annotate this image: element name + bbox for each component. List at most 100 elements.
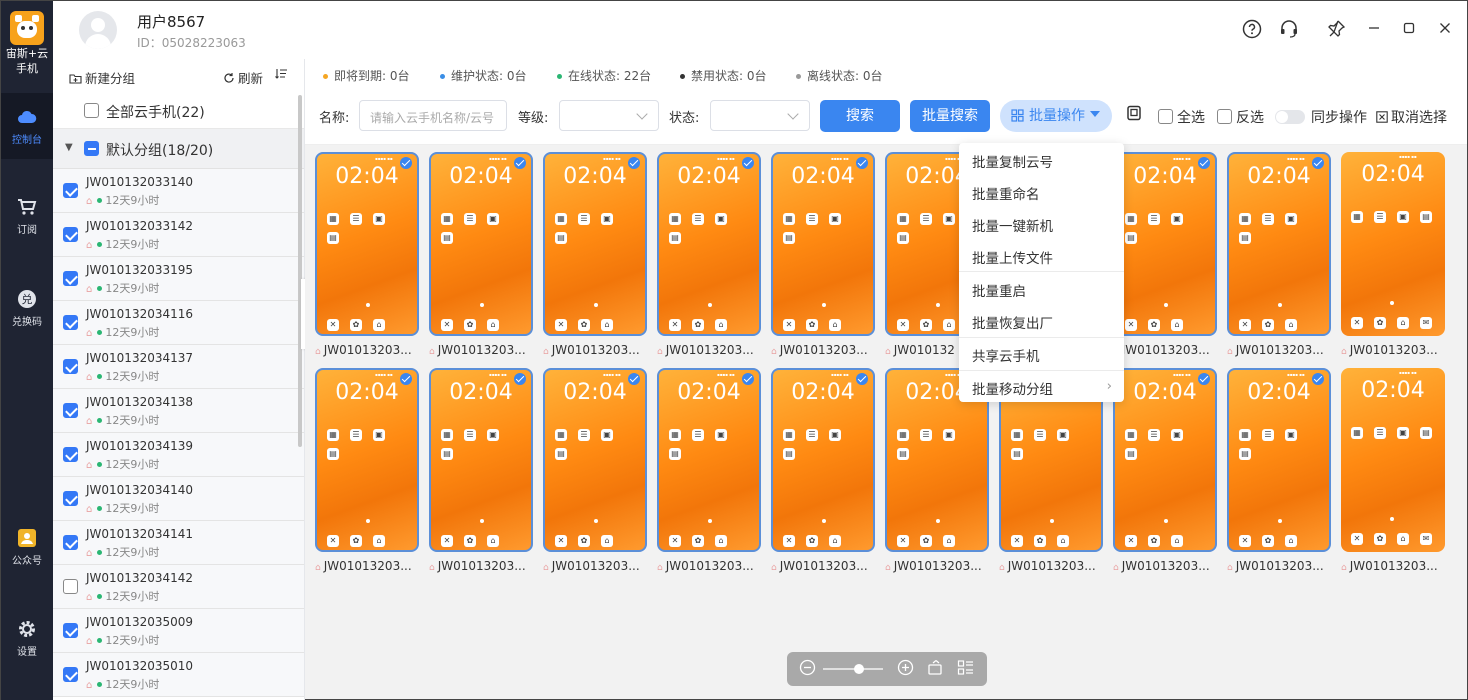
menu-item[interactable]: 批量一键新机: [972, 215, 1112, 235]
selected-check-icon[interactable]: [400, 373, 412, 385]
new-group-button[interactable]: 新建分组: [69, 68, 135, 87]
phone-card[interactable]: ▪▪▪▪ ▪▪02:04▦☰▣▤✕✿⌂✉⌂JW01013203...: [1113, 152, 1217, 366]
device-checkbox[interactable]: [63, 315, 78, 330]
menu-item[interactable]: 批量重启: [972, 280, 1112, 300]
device-row[interactable]: JW010132033142 ⌂ 12天9小时: [53, 213, 304, 257]
level-select[interactable]: [559, 100, 659, 131]
phone-card[interactable]: ▪▪▪▪ ▪▪02:04▦☰▣▤✕✿⌂✉⌂JW01013203...: [315, 152, 419, 366]
device-row[interactable]: JW010132034141 ⌂ 12天9小时: [53, 521, 304, 565]
menu-item[interactable]: 共享云手机: [972, 345, 1112, 365]
device-row[interactable]: JW010132033195 ⌂ 12天9小时: [53, 257, 304, 301]
selected-check-icon[interactable]: [856, 157, 868, 169]
help-icon[interactable]: [1241, 19, 1263, 41]
phone-screen[interactable]: ▪▪▪▪ ▪▪02:04▦☰▣▤✕✿⌂✉: [429, 152, 533, 336]
phone-card[interactable]: ▪▪▪▪ ▪▪02:04▦☰▣▤✕✿⌂✉⌂JW01013203...: [543, 152, 647, 366]
phone-card[interactable]: ▪▪▪▪ ▪▪02:04▦☰▣▤✕✿⌂✉⌂JW01013203...: [315, 368, 419, 582]
device-row[interactable]: JW010132033140 ⌂ 12天9小时: [53, 169, 304, 213]
device-row[interactable]: JW010132034137 ⌂ 12天9小时: [53, 345, 304, 389]
selected-check-icon[interactable]: [514, 373, 526, 385]
selected-check-icon[interactable]: [742, 373, 754, 385]
sync-operation-toggle[interactable]: 同步操作: [1275, 107, 1367, 127]
device-checkbox[interactable]: [63, 491, 78, 506]
all-phones-checkbox[interactable]: [84, 103, 99, 118]
phone-screen[interactable]: ▪▪▪▪ ▪▪02:04▦☰▣▤✕✿⌂✉: [771, 368, 875, 552]
minimize-icon[interactable]: [1363, 19, 1385, 41]
device-row[interactable]: JW010132035010 ⌂ 12天9小时: [53, 653, 304, 697]
menu-item[interactable]: 批量复制云号: [972, 151, 1112, 171]
name-search-input[interactable]: 请输入云手机名称/云号: [359, 100, 507, 131]
select-all-checkbox[interactable]: 全选: [1158, 107, 1205, 127]
menu-item[interactable]: 批量恢复出厂: [972, 312, 1112, 332]
phone-screen[interactable]: ▪▪▪▪ ▪▪02:04▦☰▣▤✕✿⌂✉: [657, 368, 761, 552]
selected-check-icon[interactable]: [628, 157, 640, 169]
rail-item-account[interactable]: 公众号: [1, 514, 53, 580]
device-checkbox[interactable]: [63, 227, 78, 242]
phone-screen[interactable]: ▪▪▪▪ ▪▪02:04▦☰▣▤✕✿⌂✉: [1227, 152, 1331, 336]
phone-screen[interactable]: ▪▪▪▪ ▪▪02:04▦☰▣▤✕✿⌂✉: [1341, 368, 1445, 552]
selected-check-icon[interactable]: [1198, 157, 1210, 169]
selected-check-icon[interactable]: [400, 157, 412, 169]
phone-card[interactable]: ▪▪▪▪ ▪▪02:04▦☰▣▤✕✿⌂✉⌂JW01013203...: [771, 368, 875, 582]
device-row[interactable]: JW010132034138 ⌂ 12天9小时: [53, 389, 304, 433]
phone-card[interactable]: ▪▪▪▪ ▪▪02:04▦☰▣▤✕✿⌂✉⌂JW01013203...: [771, 152, 875, 366]
maximize-icon[interactable]: [1398, 19, 1420, 41]
selected-check-icon[interactable]: [742, 157, 754, 169]
expand-triangle-icon[interactable]: ▼: [65, 142, 73, 153]
group-scrollbar[interactable]: [298, 95, 302, 447]
phone-screen[interactable]: ▪▪▪▪ ▪▪02:04▦☰▣▤✕✿⌂✉: [771, 152, 875, 336]
device-row[interactable]: JW010132034142 ⌂ 12天9小时: [53, 565, 304, 609]
state-select[interactable]: [710, 100, 810, 131]
selected-check-icon[interactable]: [628, 373, 640, 385]
avatar[interactable]: [79, 11, 117, 49]
phone-card[interactable]: ▪▪▪▪ ▪▪02:04▦☰▣▤✕✿⌂✉⌂JW01013203...: [1227, 152, 1331, 366]
layout-icon[interactable]: [957, 659, 974, 681]
close-icon[interactable]: [1434, 19, 1456, 41]
phone-card[interactable]: ▪▪▪▪ ▪▪02:04▦☰▣▤✕✿⌂✉⌂JW01013203...: [1113, 368, 1217, 582]
phone-card[interactable]: ▪▪▪▪ ▪▪02:04▦☰▣▤✕✿⌂✉⌂JW01013203...: [543, 368, 647, 582]
device-checkbox[interactable]: [63, 359, 78, 374]
refresh-button[interactable]: 刷新: [223, 68, 263, 87]
phone-screen[interactable]: ▪▪▪▪ ▪▪02:04▦☰▣▤✕✿⌂✉: [543, 368, 647, 552]
batch-search-button[interactable]: 批量搜索: [910, 100, 990, 132]
pin-icon[interactable]: [1326, 19, 1348, 41]
device-checkbox[interactable]: [63, 535, 78, 550]
phone-card[interactable]: ▪▪▪▪ ▪▪02:04▦☰▣▤✕✿⌂✉⌂JW01013203...: [657, 368, 761, 582]
all-phones-row[interactable]: 全部云手机(22): [53, 93, 304, 129]
device-row[interactable]: JW010132034139 ⌂ 12天9小时: [53, 433, 304, 477]
batch-operation-button[interactable]: 批量操作: [1000, 100, 1112, 132]
menu-item[interactable]: 批量上传文件: [972, 247, 1112, 267]
rail-item-cart[interactable]: 订阅: [1, 183, 53, 249]
cancel-selection-button[interactable]: 取消选择: [1376, 107, 1447, 127]
phone-card[interactable]: ▪▪▪▪ ▪▪02:04▦☰▣▤✕✿⌂✉⌂JW01013203...: [657, 152, 761, 366]
phone-card[interactable]: ▪▪▪▪ ▪▪02:04▦☰▣▤✕✿⌂✉⌂JW01013203...: [429, 368, 533, 582]
device-checkbox[interactable]: [63, 403, 78, 418]
device-checkbox[interactable]: [63, 667, 78, 682]
phone-screen[interactable]: ▪▪▪▪ ▪▪02:04▦☰▣▤✕✿⌂✉: [315, 368, 419, 552]
invert-selection-checkbox[interactable]: 反选: [1217, 107, 1264, 127]
device-checkbox[interactable]: [63, 271, 78, 286]
menu-item[interactable]: 批量移动分组 ›: [972, 378, 1112, 398]
phone-screen[interactable]: ▪▪▪▪ ▪▪02:04▦☰▣▤✕✿⌂✉: [1113, 152, 1217, 336]
phone-screen[interactable]: ▪▪▪▪ ▪▪02:04▦☰▣▤✕✿⌂✉: [543, 152, 647, 336]
view-mode-icon[interactable]: [1126, 105, 1142, 125]
rotate-icon[interactable]: [927, 659, 944, 681]
rail-item-cloud[interactable]: 控制台: [1, 93, 53, 159]
device-checkbox[interactable]: [63, 447, 78, 462]
selected-check-icon[interactable]: [856, 373, 868, 385]
device-checkbox[interactable]: [63, 183, 78, 198]
search-button[interactable]: 搜索: [820, 100, 900, 132]
default-group-checkbox[interactable]: [84, 141, 99, 156]
phone-screen[interactable]: ▪▪▪▪ ▪▪02:04▦☰▣▤✕✿⌂✉: [1227, 368, 1331, 552]
zoom-in-icon[interactable]: [897, 659, 914, 681]
phone-card[interactable]: ▪▪▪▪ ▪▪02:04▦☰▣▤✕✿⌂✉⌂JW01013203...: [1341, 152, 1445, 366]
zoom-out-icon[interactable]: [799, 659, 816, 681]
device-row[interactable]: JW010132035009 ⌂ 12天9小时: [53, 609, 304, 653]
device-row[interactable]: JW010132034140 ⌂ 12天9小时: [53, 477, 304, 521]
device-row[interactable]: JW010132034116 ⌂ 12天9小时: [53, 301, 304, 345]
rail-item-exchange[interactable]: 兑兑换码: [1, 275, 53, 341]
selected-check-icon[interactable]: [1198, 373, 1210, 385]
default-group-row[interactable]: ▼ 默认分组(18/20): [53, 129, 304, 169]
sort-icon[interactable]: [275, 67, 288, 84]
phone-card[interactable]: ▪▪▪▪ ▪▪02:04▦☰▣▤✕✿⌂✉⌂JW01013203...: [1227, 368, 1331, 582]
zoom-slider[interactable]: [823, 668, 883, 670]
